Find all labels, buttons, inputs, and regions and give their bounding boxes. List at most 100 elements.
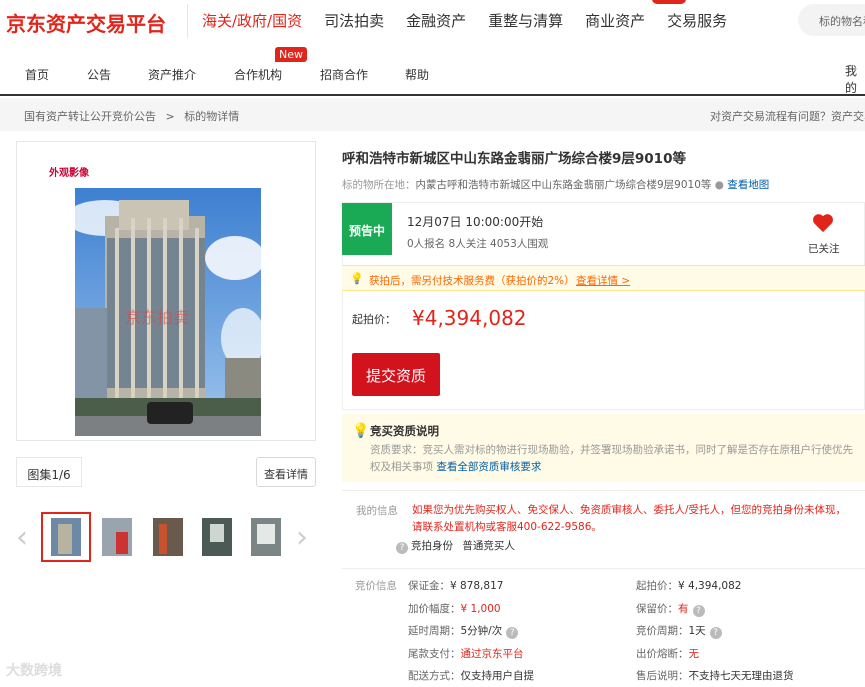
question-icon[interactable]: ?	[396, 542, 408, 554]
bid-info-value: 5分钟/次	[460, 625, 503, 637]
bidder-label: 竞拍身份	[411, 540, 453, 552]
view-details-button[interactable]: 查看详情	[256, 457, 316, 487]
photo-watermark: 京东拍卖	[125, 308, 189, 327]
bid-info-value: ¥ 878,817	[450, 580, 504, 592]
hot-tag	[652, 0, 686, 4]
search-input[interactable]: 标的物名称	[798, 4, 865, 36]
bid-info-key: 保证金：	[408, 580, 450, 592]
bid-info-key: 延时周期：	[408, 625, 461, 637]
qualification-body: 资质要求：竞买人需对标的物进行现场勘验，并签署现场勘验承诺书，同时了解是否存在原…	[370, 442, 855, 476]
subnav-notice[interactable]: 公告	[87, 66, 111, 83]
lightbulb-icon: 💡	[352, 423, 370, 439]
nav-judicial-auction[interactable]: 司法拍卖	[324, 10, 384, 31]
nav-restructuring[interactable]: 重整与清算	[488, 10, 563, 31]
top-header: 京东资产交易平台 海关/政府/国资 司法拍卖 金融资产 重整与清算 商业资产 交…	[0, 0, 865, 40]
location-label: 标的物所在地：	[342, 179, 416, 191]
nav-customs-gov[interactable]: 海关/政府/国资	[202, 10, 302, 31]
breadcrumb-notice[interactable]: 国有资产转让公开竞价公告	[24, 110, 156, 123]
auction-start-time: 12月07日 10:00:00开始	[407, 215, 544, 229]
nav-financial-assets[interactable]: 金融资产	[406, 10, 466, 31]
submit-qualification-button[interactable]: 提交资质	[352, 353, 440, 396]
thumbnail-4[interactable]	[198, 514, 244, 560]
bid-info-value: 不支持七天无理由退货	[688, 670, 794, 682]
main-nav: 海关/政府/国资 司法拍卖 金融资产 重整与清算 商业资产 交易服务	[202, 10, 749, 31]
subnav-partners[interactable]: 合作机构	[234, 66, 282, 83]
nav-commercial-assets[interactable]: 商业资产	[585, 10, 645, 31]
thumbnail-1[interactable]	[41, 512, 91, 562]
qualification-note: 💡 竞买资质说明 资质要求：竞买人需对标的物进行现场勘验，并签署现场勘验承诺书，…	[342, 414, 865, 482]
item-location: 标的物所在地：内蒙古呼和浩特市新城区中山东路金翡丽广场综合楼9层9010等 ● …	[342, 177, 769, 192]
location-address: 内蒙古呼和浩特市新城区中山东路金翡丽广场综合楼9层9010等	[415, 179, 712, 191]
bid-info-value: 无	[688, 647, 700, 660]
status-badge: 预告中	[342, 203, 392, 255]
bid-info-row: 起拍价：¥ 4,394,082	[636, 578, 741, 593]
question-icon[interactable]: ?	[506, 627, 519, 639]
map-pin-icon: ●	[714, 179, 724, 191]
bid-info-key: 尾款支付：	[408, 647, 461, 660]
my-info-label: 我的信息	[356, 505, 398, 517]
my-account-link[interactable]: 我的	[845, 62, 865, 96]
footer-watermark: 大数跨境	[6, 663, 62, 679]
bid-info-value: 1天	[688, 625, 706, 637]
bid-info-row: 延时周期：5分钟/次?	[408, 623, 521, 639]
subnav-home[interactable]: 首页	[25, 66, 49, 83]
start-price-label: 起拍价：	[352, 313, 396, 326]
service-fee-details-link[interactable]: 查看详情 >	[576, 273, 630, 288]
bidder-identity: ? 竞拍身份 普通竞买人	[396, 538, 515, 554]
question-icon[interactable]: ?	[709, 627, 722, 639]
my-info-message: 如果您为优先购买权人、免交保人、免资质审核人、委托人/受托人，但您的竞拍身份未体…	[412, 504, 847, 533]
sub-nav: 首页 公告 资产推介 合作机构 New 招商合作 帮助 我的	[0, 40, 865, 96]
service-fee-text: 获拍后，需另付技术服务费（获拍价的2%）	[369, 275, 575, 287]
bid-info-value: ¥ 4,394,082	[678, 580, 742, 592]
auction-stats: 0人报名 8人关注 4053人围观	[407, 238, 549, 250]
subnav-asset-promo[interactable]: 资产推介	[148, 66, 196, 83]
all-requirements-link[interactable]: 查看全部资质审核要求	[436, 461, 541, 473]
site-logo[interactable]: 京东资产交易平台	[6, 8, 166, 37]
question-icon[interactable]: ?	[692, 604, 705, 617]
building-photo: 京东拍卖	[75, 188, 261, 436]
bid-info-key: 竞价周期：	[636, 625, 689, 637]
bid-info-key: 保留价：	[636, 602, 678, 615]
image-logo-watermark: 外观影像	[49, 168, 89, 179]
thumb-prev-arrow[interactable]: ‹	[16, 520, 28, 555]
bid-info-key: 加价幅度：	[408, 602, 461, 615]
heart-icon[interactable]	[812, 213, 834, 233]
bid-info-row: 售后说明：不支持七天无理由退货	[636, 668, 794, 683]
start-price-value: ¥4,394,082	[412, 306, 527, 330]
lightbulb-icon: 💡	[350, 272, 364, 285]
bid-info-row: 加价幅度：¥ 1,000	[408, 601, 501, 616]
header-divider	[187, 4, 188, 38]
bid-info-value: ¥ 1,000	[460, 602, 501, 615]
bidder-value: 普通竞买人	[462, 540, 515, 552]
main-image-box[interactable]: 外观影像 京东拍卖	[16, 141, 316, 441]
breadcrumb-bar: 国有资产转让公开竞价公告 > 标的物详情 对资产交易流程有问题？资产交易	[0, 98, 865, 131]
view-map-link[interactable]: 查看地图	[727, 179, 769, 191]
bid-info-row: 保留价：有?	[636, 601, 708, 617]
bid-info-key: 出价熔断：	[636, 647, 689, 660]
thumbnail-5[interactable]	[247, 514, 293, 560]
bid-info-value: 有	[678, 602, 689, 615]
bid-info-row: 配送方式：仅支持用户自提	[408, 668, 534, 683]
bid-info-row: 竞价周期：1天?	[636, 623, 725, 639]
thumbnail-3[interactable]	[149, 514, 195, 560]
bid-info-value: 仅支持用户自提	[460, 670, 535, 682]
thumbnail-2[interactable]	[100, 514, 146, 560]
service-fee-tip: 💡 获拍后，需另付技术服务费（获拍价的2%） 查看详情 >	[342, 265, 865, 291]
favorite-label[interactable]: 已关注	[808, 241, 840, 256]
thumb-next-arrow[interactable]: ›	[296, 520, 308, 555]
bid-info-key: 起拍价：	[636, 580, 678, 592]
subnav-help[interactable]: 帮助	[405, 66, 429, 83]
subnav-investment[interactable]: 招商合作	[320, 66, 368, 83]
bid-info-row: 尾款支付：通过京东平台	[408, 646, 524, 661]
nav-trade-services[interactable]: 交易服务	[667, 10, 727, 31]
process-help-link[interactable]: 对资产交易流程有问题？资产交易	[710, 108, 865, 124]
bid-info-key: 配送方式：	[408, 670, 461, 682]
bid-info-row: 出价熔断：无	[636, 646, 699, 661]
new-badge: New	[275, 47, 307, 62]
breadcrumb-current: 标的物详情	[184, 110, 240, 123]
album-count: 图集1/6	[16, 457, 82, 487]
breadcrumb: 国有资产转让公开竞价公告 > 标的物详情	[24, 108, 239, 124]
bid-info-label: 竞价信息	[355, 580, 397, 592]
qualification-title: 竞买资质说明	[370, 424, 439, 438]
bid-info-value: 通过京东平台	[460, 647, 524, 660]
